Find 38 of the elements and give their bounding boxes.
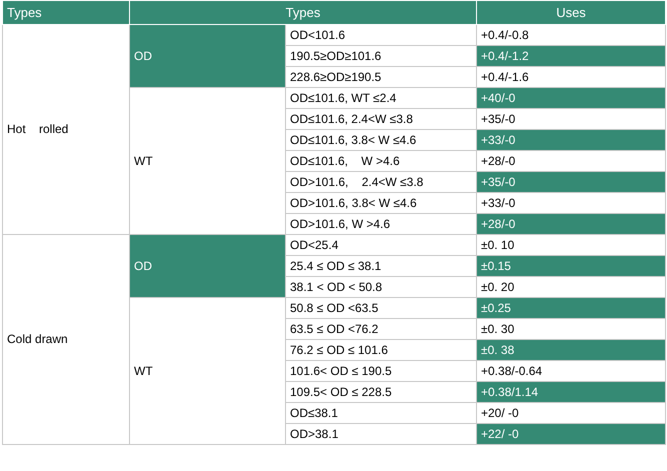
table-cell: OD>101.6, 2.4<W ≤3.8 xyxy=(286,172,476,192)
table-cell: +35/-0 xyxy=(476,172,666,192)
column-header: Types xyxy=(2,0,130,24)
group-cell: Cold drawn xyxy=(2,234,130,444)
table-cell: OD≤101.6, 3.8< W ≤4.6 xyxy=(286,130,476,150)
table-cell: +22/ -0 xyxy=(476,424,666,444)
table-cell: 228.6≥OD≥190.5 xyxy=(286,66,476,88)
table-cell: 50.8 ≤ OD <63.5 xyxy=(286,298,476,318)
table-cell: +0.4/-1.2 xyxy=(476,46,666,66)
table-cell: OD<101.6 xyxy=(286,24,476,46)
table-cell: 76.2 ≤ OD ≤ 101.6 xyxy=(286,340,476,360)
table-cell: 109.5< OD ≤ 228.5 xyxy=(286,382,476,402)
table-cell: +33/-0 xyxy=(476,130,666,150)
table-cell: OD<25.4 xyxy=(286,234,476,256)
table-cell: +28/-0 xyxy=(476,214,666,234)
column-header: Types xyxy=(130,0,476,24)
table-cell: OD≤101.6, W >4.6 xyxy=(286,150,476,172)
table-cell: +0.38/1.14 xyxy=(476,382,666,402)
subgroup-cell: WT xyxy=(130,298,286,444)
table-cell: 25.4 ≤ OD ≤ 38.1 xyxy=(286,256,476,276)
column-header: Uses xyxy=(476,0,666,24)
table-cell: OD>101.6, 3.8< W ≤4.6 xyxy=(286,192,476,214)
table-cell: ±0. 38 xyxy=(476,340,666,360)
table-cell: +40/-0 xyxy=(476,88,666,108)
table-cell: 38.1 < OD < 50.8 xyxy=(286,276,476,298)
subgroup-cell: OD xyxy=(130,24,286,88)
table-cell: 190.5≥OD≥101.6 xyxy=(286,46,476,66)
table-cell: OD≤101.6, WT ≤2.4 xyxy=(286,88,476,108)
table-cell: OD>101.6, W >4.6 xyxy=(286,214,476,234)
table-cell: ±0.15 xyxy=(476,256,666,276)
table-cell: 63.5 ≤ OD <76.2 xyxy=(286,318,476,340)
table-cell: ±0.25 xyxy=(476,298,666,318)
group-cell: Hot rolled xyxy=(2,24,130,234)
table-cell: OD≤101.6, 2.4<W ≤3.8 xyxy=(286,108,476,130)
subgroup-cell: OD xyxy=(130,234,286,298)
table-cell: 101.6< OD ≤ 190.5 xyxy=(286,360,476,382)
table-cell: OD>38.1 xyxy=(286,424,476,444)
table-cell: OD≤38.1 xyxy=(286,402,476,424)
